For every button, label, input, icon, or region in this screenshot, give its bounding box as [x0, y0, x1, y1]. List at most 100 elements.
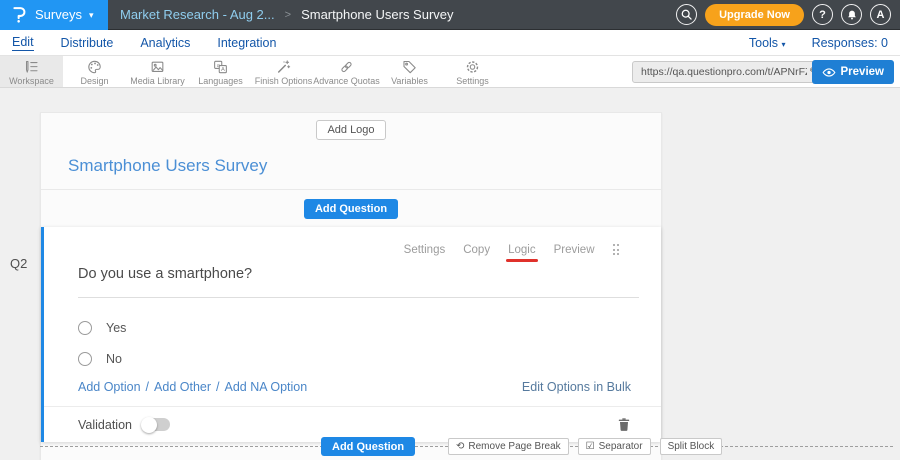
toggle-knob	[141, 417, 157, 433]
remove-page-break-button[interactable]: ⟲ Remove Page Break	[448, 438, 569, 455]
section-nav: Edit Distribute Analytics Integration To…	[0, 30, 900, 56]
toolbar-item-design[interactable]: Design	[63, 56, 126, 87]
drag-handle-icon[interactable]	[611, 242, 622, 257]
survey-url-field[interactable]: https://qa.questionpro.com/t/APNrFZgQ ✎	[632, 61, 826, 83]
toolbar-item-finish-options[interactable]: Finish Options	[252, 56, 315, 87]
toolbar-item-settings[interactable]: Settings	[441, 56, 504, 87]
workspace-icon	[23, 59, 40, 75]
breadcrumb-separator: >	[285, 9, 291, 21]
questionpro-logo-icon	[11, 5, 28, 24]
link-separator: /	[146, 380, 149, 394]
avatar[interactable]: A	[870, 4, 891, 25]
separator-button[interactable]: ☑ Separator	[578, 438, 651, 455]
delete-question-button[interactable]	[617, 417, 631, 432]
answer-option-row: Yes	[78, 321, 661, 335]
settings-icon	[464, 59, 481, 75]
editor-toolbar: Workspace Design Media Library a A	[0, 56, 900, 88]
notifications-button[interactable]	[841, 4, 862, 25]
product-menu[interactable]: Surveys ▾	[0, 0, 108, 30]
add-question-row: Add Question	[41, 199, 661, 219]
question-card: Settings Copy Logic Preview Do you use a…	[41, 227, 661, 442]
toolbar-item-label: Design	[80, 76, 108, 86]
add-na-option-link[interactable]: Add NA Option	[225, 380, 308, 394]
header-actions: Upgrade Now ? A	[676, 4, 900, 26]
toolbar-item-label: Settings	[456, 76, 489, 86]
remove-page-break-icon: ⟲	[456, 441, 464, 452]
block-actions-strip: Add Question ⟲ Remove Page Break ☑ Separ…	[40, 437, 893, 457]
add-other-link[interactable]: Add Other	[154, 380, 211, 394]
option-links-row: Add Option / Add Other / Add NA Option E…	[78, 380, 631, 394]
title-divider	[41, 189, 661, 190]
page-break-actions: ⟲ Remove Page Break ☑ Separator Split Bl…	[448, 438, 722, 455]
section-nav-links: Edit Distribute Analytics Integration	[12, 35, 276, 51]
option-label-no[interactable]: No	[106, 352, 122, 366]
upgrade-now-button[interactable]: Upgrade Now	[705, 4, 804, 26]
finish-options-icon	[275, 59, 292, 75]
question-tab-settings[interactable]: Settings	[404, 244, 446, 256]
radio-option-yes[interactable]	[78, 321, 92, 335]
validation-label: Validation	[78, 418, 132, 432]
tools-menu[interactable]: Tools ▾	[749, 36, 786, 50]
toolbar-item-label: Workspace	[9, 76, 54, 86]
tools-menu-label: Tools	[749, 36, 778, 50]
survey-url-value: https://qa.questionpro.com/t/APNrFZgQ	[641, 66, 807, 78]
remove-page-break-label: Remove Page Break	[468, 441, 560, 452]
eye-icon	[822, 67, 836, 78]
option-label-yes[interactable]: Yes	[106, 321, 126, 335]
question-toolbar: Settings Copy Logic Preview	[44, 227, 661, 257]
top-header: Surveys ▾ Market Research - Aug 2... > S…	[0, 0, 900, 30]
question-text[interactable]: Do you use a smartphone?	[78, 266, 639, 298]
breadcrumb-survey-name: Smartphone Users Survey	[301, 7, 453, 22]
split-block-label: Split Block	[668, 441, 715, 452]
nav-item-analytics[interactable]: Analytics	[140, 36, 190, 50]
toolbar-item-label: Media Library	[130, 76, 185, 86]
media-library-icon	[149, 59, 166, 75]
toolbar-item-advance-quotas[interactable]: Advance Quotas	[315, 56, 378, 87]
toolbar-item-label: Finish Options	[255, 76, 313, 86]
separator-checkbox-icon: ☑	[586, 441, 595, 452]
survey-editor-screen: Surveys ▾ Market Research - Aug 2... > S…	[0, 0, 900, 460]
answer-option-row: No	[78, 352, 661, 366]
preview-button[interactable]: Preview	[812, 60, 894, 84]
toolbar-item-variables[interactable]: Variables	[378, 56, 441, 87]
question-tab-logic[interactable]: Logic	[508, 244, 536, 256]
add-option-link[interactable]: Add Option	[78, 380, 141, 394]
toolbar-item-workspace[interactable]: Workspace	[0, 56, 63, 87]
preview-button-label: Preview	[841, 66, 884, 78]
question-tab-copy[interactable]: Copy	[463, 244, 490, 256]
validation-toggle[interactable]	[143, 418, 170, 431]
toolbar-item-label: Languages	[198, 76, 243, 86]
survey-canvas: Add Logo Smartphone Users Survey Add Que…	[40, 112, 662, 460]
languages-icon: a A	[212, 59, 229, 75]
add-logo-button[interactable]: Add Logo	[316, 120, 385, 140]
nav-item-distribute[interactable]: Distribute	[61, 36, 114, 50]
toolbar-item-label: Variables	[391, 76, 428, 86]
radio-option-no[interactable]	[78, 352, 92, 366]
add-question-button-top[interactable]: Add Question	[304, 199, 398, 219]
add-question-button-bottom[interactable]: Add Question	[321, 437, 415, 456]
bell-icon	[846, 9, 858, 21]
logo-row: Add Logo	[41, 113, 661, 140]
variables-icon	[401, 59, 418, 75]
link-separator: /	[216, 380, 219, 394]
toolbar-item-languages[interactable]: a A Languages	[189, 56, 252, 87]
chevron-down-icon: ▾	[782, 40, 786, 49]
product-menu-label: Surveys	[35, 7, 82, 22]
search-icon	[680, 8, 693, 21]
editor-content: Q2 Add Logo Smartphone Users Survey Add …	[0, 88, 900, 460]
survey-title[interactable]: Smartphone Users Survey	[68, 156, 661, 176]
help-button[interactable]: ?	[812, 4, 833, 25]
breadcrumb-folder[interactable]: Market Research - Aug 2...	[120, 7, 275, 22]
nav-item-edit[interactable]: Edit	[12, 35, 34, 51]
separator-label: Separator	[599, 441, 643, 452]
search-button[interactable]	[676, 4, 697, 25]
edit-options-in-bulk-link[interactable]: Edit Options in Bulk	[522, 380, 631, 394]
toolbar-item-label: Advance Quotas	[313, 76, 380, 86]
question-tab-preview[interactable]: Preview	[554, 244, 595, 256]
split-block-button[interactable]: Split Block	[660, 438, 723, 455]
question-number: Q2	[10, 256, 27, 271]
toolbar-item-media-library[interactable]: Media Library	[126, 56, 189, 87]
breadcrumb: Market Research - Aug 2... > Smartphone …	[120, 7, 454, 22]
nav-item-integration[interactable]: Integration	[217, 36, 276, 50]
responses-count[interactable]: Responses: 0	[812, 36, 888, 50]
